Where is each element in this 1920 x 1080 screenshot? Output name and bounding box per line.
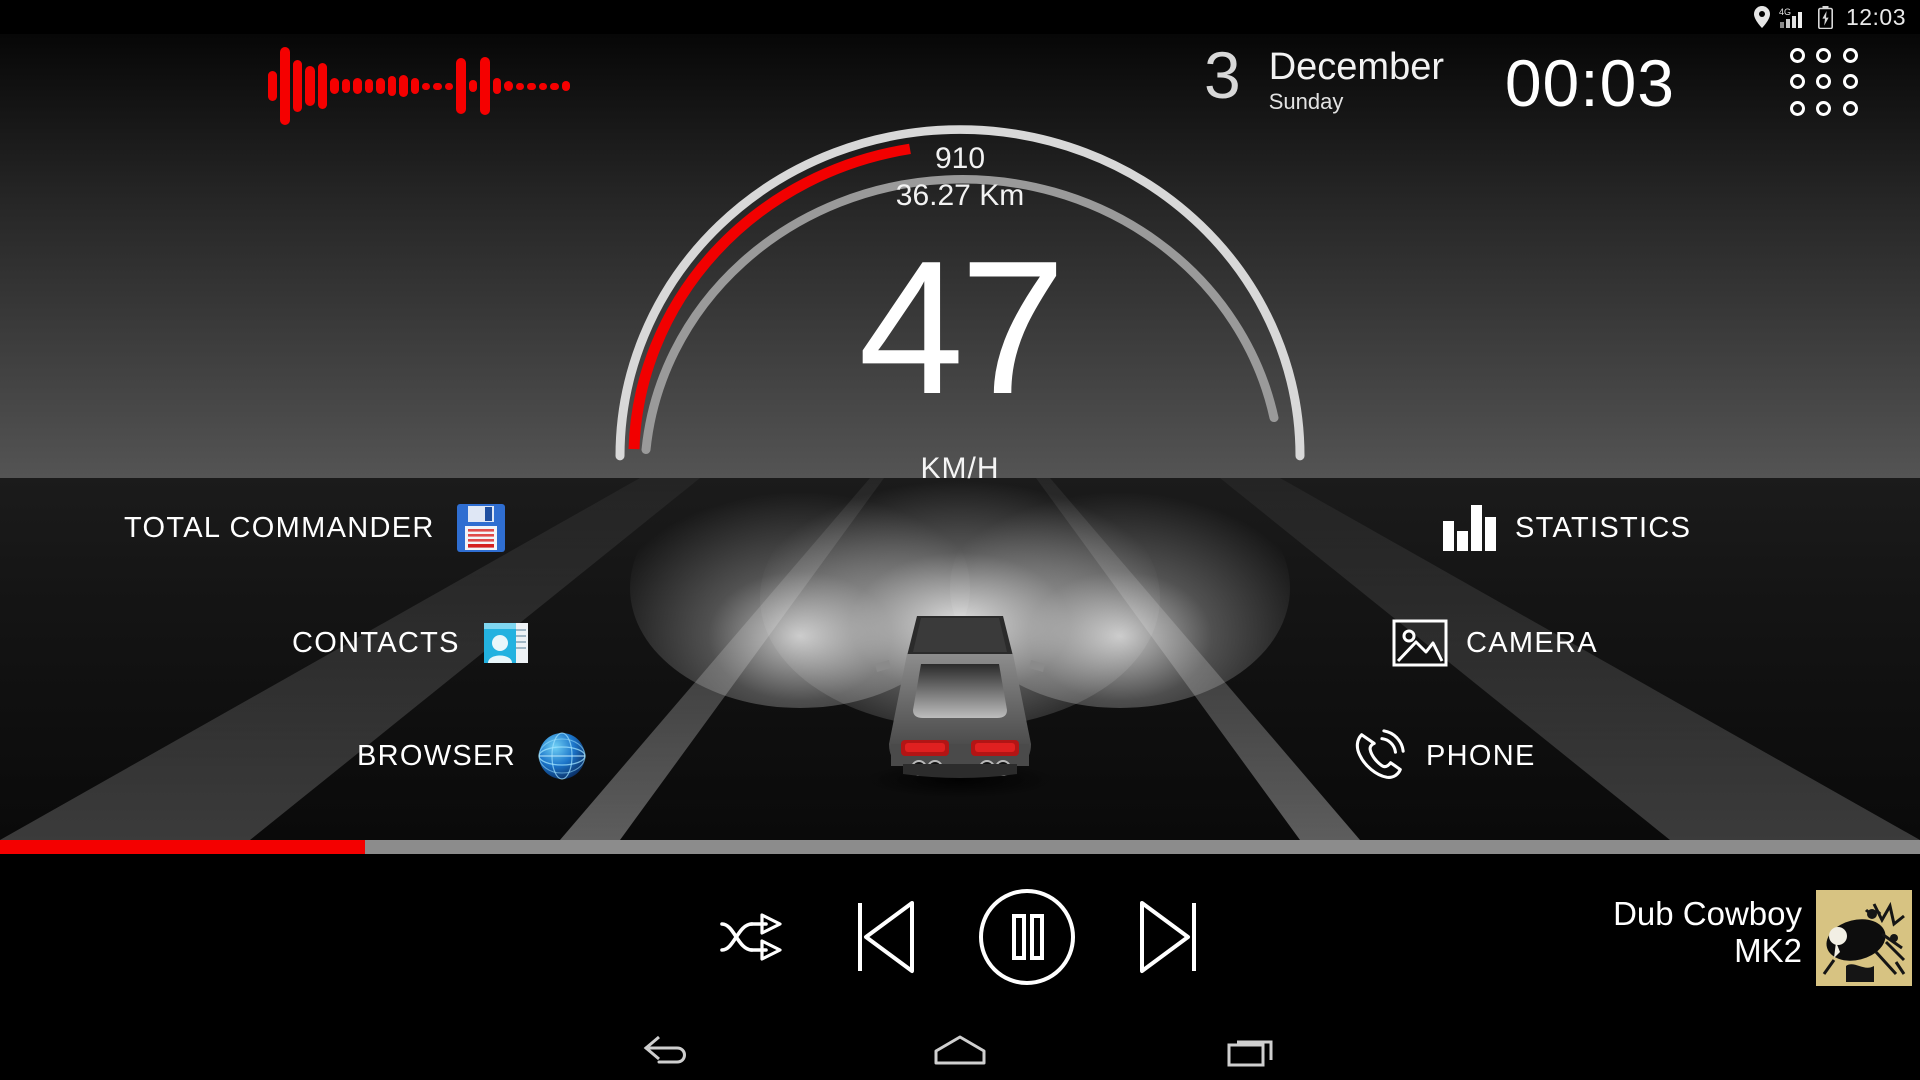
grid-dot-icon [1790,74,1805,90]
grid-dot-icon [1790,48,1805,63]
grid-dot-icon [1816,74,1832,90]
date-weekday: Sunday [1268,88,1344,114]
album-art[interactable] [1816,890,1912,986]
home-button[interactable] [930,1028,990,1072]
shortcut-label: CAMERA [1466,626,1598,659]
location-pin-icon [1753,6,1770,28]
mobile-signal-4g-icon: 4G [1779,6,1809,28]
contacts-card-icon [478,615,534,671]
shortcut-statistics[interactable]: STATISTICS [1441,500,1691,556]
visualizer-bar [538,82,548,90]
visualizer-bar [399,75,408,97]
svg-text:4G: 4G [1779,7,1791,17]
grid-dot-icon [1842,74,1858,90]
next-button[interactable] [1136,897,1202,977]
visualizer-bar [268,71,278,101]
visualizer-bar [456,58,466,114]
visualizer-bar [341,79,351,93]
floppy-disk-icon [453,500,509,556]
bar-chart-icon [1441,500,1497,556]
date-widget[interactable]: 3 December Sunday [1203,38,1444,115]
visualizer-bar [364,79,374,93]
back-button[interactable] [638,1028,698,1072]
visualizer-bar [561,81,571,91]
shortcut-camera[interactable]: CAMERA [1392,615,1598,671]
shortcut-label: BROWSER [357,739,516,772]
visualizer-bar [527,82,536,90]
phone-handset-icon [1352,728,1408,784]
track-info[interactable]: Dub Cowboy MK2 [1613,895,1802,970]
car-illustration [845,568,1075,798]
visualizer-bar [444,82,454,90]
visualizer-bar [305,66,315,106]
date-month: December [1268,46,1444,88]
shortcut-total-commander[interactable]: TOTAL COMMANDER [124,500,509,556]
visualizer-bar [421,82,431,90]
app-drawer-button[interactable] [1790,48,1862,120]
gauge-rpm-value: 910 [934,142,986,175]
grid-dot-icon [1790,100,1805,116]
play-pause-button[interactable] [976,886,1078,988]
visualizer-bar [410,78,419,94]
date-day: 3 [1203,38,1241,112]
visualizer-bar [433,82,442,90]
speed-value: 47 [858,222,1065,434]
visualizer-bar [480,57,490,115]
shortcut-browser[interactable]: BROWSER [357,728,590,784]
visualizer-bar [468,80,478,92]
visualizer-bar [280,47,290,125]
car-launcher-screen: 910 36.27 Km 47 KM/H 4G 12:03 3 December… [0,0,1920,1080]
clock-widget[interactable]: 00:03 [1505,50,1675,116]
audio-spectrum-visualizer [268,36,573,136]
photo-frame-icon [1392,615,1448,671]
visualizer-bar [330,78,339,94]
shortcut-phone[interactable]: PHONE [1352,728,1536,784]
shortcut-label: CONTACTS [292,626,460,659]
shortcut-label: STATISTICS [1515,511,1692,544]
grid-dot-icon [1816,48,1832,63]
visualizer-bar [550,82,559,90]
media-progress-fill [0,840,365,854]
media-progress-bar[interactable] [0,840,1920,854]
speed-unit-label: KM/H [920,452,1000,485]
grid-dot-icon [1842,48,1858,63]
media-player-bar: Dub Cowboy MK2 [0,854,1920,1020]
track-album: MK2 [1734,931,1802,969]
grid-dot-icon [1816,100,1832,116]
gauge-readout: 910 36.27 Km [750,142,1170,215]
battery-charging-icon [1817,5,1833,29]
globe-icon [534,728,590,784]
android-navigation-bar [0,1020,1920,1080]
visualizer-bar [292,60,303,112]
grid-dot-icon [1842,100,1858,116]
visualizer-bar [504,81,513,91]
gauge-distance-value: 36.27 Km [895,178,1025,212]
status-bar-time: 12:03 [1845,3,1906,30]
track-title: Dub Cowboy [1613,895,1802,932]
recents-button[interactable] [1222,1028,1282,1072]
visualizer-bar [353,78,362,94]
visualizer-bar [515,82,525,90]
shortcut-label: PHONE [1426,739,1536,772]
shortcut-label: TOTAL COMMANDER [124,511,435,544]
previous-button[interactable] [852,897,918,977]
visualizer-bar [492,78,502,94]
visualizer-bar [376,78,385,94]
status-bar: 4G 12:03 [0,0,1920,34]
shuffle-button[interactable] [718,907,794,967]
visualizer-bar [317,63,328,109]
visualizer-bar [387,76,397,96]
shortcut-contacts[interactable]: CONTACTS [292,615,534,671]
